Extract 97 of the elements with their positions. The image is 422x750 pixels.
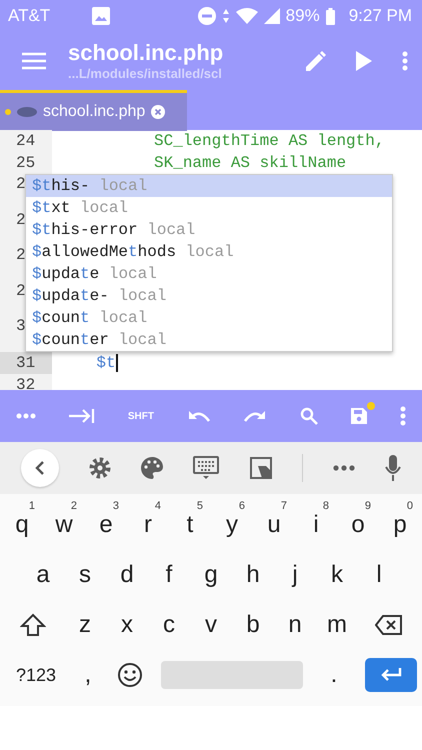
key[interactable]: w 2 [43,500,85,550]
key-hint: 4 [154,500,161,512]
battery-level: 89% [286,6,320,26]
key[interactable]: r 4 [127,500,169,550]
key[interactable]: x [106,600,148,650]
menu-icon[interactable] [22,52,46,70]
suggestion-item[interactable]: $update- local [26,285,392,307]
code-line: SK_name AS skillName [153,154,346,172]
close-icon[interactable] [151,105,166,119]
key[interactable]: p 0 [379,500,421,550]
pencil-icon[interactable] [306,51,326,71]
key-hint: 3 [112,500,119,512]
suggestion-item[interactable]: $this-error local [26,219,392,241]
do-not-disturb-icon [198,7,216,25]
file-path: ...L/modules/installed/scl [68,66,223,82]
key[interactable]: n [274,600,316,650]
backspace-icon[interactable] [375,615,403,635]
settings-icon[interactable] [89,457,112,479]
key[interactable]: q 1 [1,500,43,550]
line-number: 25 [16,154,36,172]
key[interactable]: g [190,550,232,600]
more-icon[interactable] [402,51,408,71]
key[interactable]: c [148,600,190,650]
key-hint: 7 [280,500,287,512]
key[interactable]: o 9 [337,500,379,550]
emoji-icon[interactable] [117,662,143,688]
key[interactable]: , [67,650,109,700]
undo-icon[interactable] [186,409,211,423]
key-hint: 8 [322,500,329,512]
suggestion-item[interactable]: $counter local [26,329,392,351]
symbols-key[interactable]: ?123 [5,650,67,700]
key[interactable]: y 6 [211,500,253,550]
key[interactable]: e 3 [85,500,127,550]
key[interactable]: m [316,600,358,650]
key[interactable]: k [316,550,358,600]
key[interactable]: u 7 [253,500,295,550]
suggestion-item[interactable]: $count local [26,307,392,329]
back-button[interactable] [21,449,60,487]
suggestion-item[interactable]: $this- local [26,175,392,197]
code-line: $t [95,354,116,372]
key-hint: 0 [406,500,413,512]
search-icon[interactable] [300,407,318,425]
key[interactable]: h [232,550,274,600]
more-icon[interactable] [400,406,406,426]
key[interactable]: l [358,550,400,600]
clock: 9:27 PM [348,6,412,26]
line-number: 2 [16,246,26,264]
palette-icon[interactable] [141,457,164,479]
text-cursor [116,354,118,372]
key[interactable]: v [190,600,232,650]
key[interactable]: t 5 [169,500,211,550]
image-icon [92,7,110,25]
key-hint: 9 [364,500,371,512]
chevron-left-icon [35,461,46,475]
tab-key-icon[interactable] [69,408,96,424]
key[interactable]: j [274,550,316,600]
key[interactable]: z [64,600,106,650]
shift-icon[interactable] [20,613,46,637]
line-number: 2 [16,210,26,229]
key-hint: 5 [196,500,203,512]
suggestion-item[interactable]: $allowedMethods local [26,241,392,263]
key[interactable]: s [64,550,106,600]
line-number: 32 [16,376,36,394]
code-line: SC_lengthTime AS length, [153,132,384,150]
redo-icon[interactable] [243,409,268,423]
enter-key[interactable] [365,658,417,692]
sticker-icon[interactable] [250,457,272,479]
key[interactable]: . [313,650,355,700]
battery-icon [326,8,335,24]
key[interactable]: a [22,550,64,600]
carrier-label: AT&T [8,6,50,26]
line-number: 31 [16,354,36,372]
key[interactable]: b [232,600,274,650]
more-horizontal-icon[interactable] [16,413,36,419]
line-number: 2 [16,175,26,193]
play-icon[interactable] [356,51,372,71]
key-hint: 6 [238,500,245,512]
line-number: 2 [16,282,26,300]
key-hint: 2 [70,500,77,512]
line-number: 24 [16,132,36,150]
signal-icon [264,8,280,24]
more-horizontal-icon[interactable] [332,465,355,471]
key[interactable]: i 8 [295,500,337,550]
file-title: school.inc.php [68,40,224,66]
enter-icon [379,667,403,683]
suggestion-item[interactable]: $txt local [26,197,392,219]
keyboard-icon[interactable] [193,456,220,480]
file-type-icon [17,107,37,117]
key-hint: 1 [28,500,35,512]
line-number: 3 [16,317,26,336]
suggestion-item[interactable]: $update local [26,263,392,285]
wifi-icon [236,8,258,24]
save-icon[interactable] [350,408,367,424]
data-arrows-icon [222,8,230,24]
key[interactable]: f [148,550,190,600]
key[interactable]: d [106,550,148,600]
microphone-icon[interactable] [384,455,401,481]
